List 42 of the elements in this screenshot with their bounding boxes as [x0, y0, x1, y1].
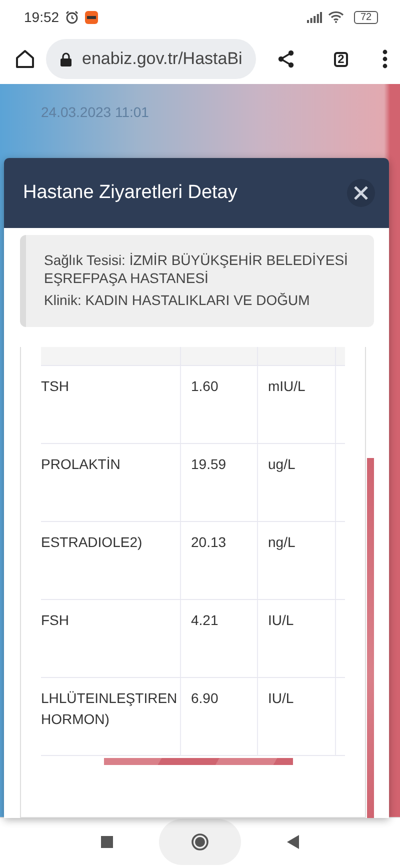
result-value: 1.60 [181, 366, 258, 443]
back-button[interactable] [287, 835, 299, 849]
horizontal-scrollbar[interactable] [104, 758, 293, 765]
home-circle-icon [191, 833, 209, 851]
wifi-icon [328, 11, 344, 23]
test-name: LHLÜTEINLEŞTIREN HORMON) [41, 678, 181, 755]
menu-button[interactable] [382, 49, 388, 69]
vertical-scrollbar[interactable] [367, 458, 374, 818]
close-button[interactable] [347, 179, 375, 207]
result-value: 20.13 [181, 522, 258, 599]
result-value: 4.21 [181, 600, 258, 677]
address-bar[interactable]: enabiz.gov.tr/HastaBi [46, 39, 256, 79]
battery-indicator: 72 [354, 10, 378, 24]
share-icon [276, 49, 296, 69]
home-icon [14, 48, 36, 70]
home-nav-button[interactable] [159, 819, 241, 865]
info-line: Klinik: KADIN HASTALIKLARI VE DOĞUM [44, 291, 311, 309]
back-icon [287, 835, 299, 849]
clock: 19:52 [24, 9, 60, 25]
unit: ng/L [258, 522, 336, 599]
result-value: 6.90 [181, 678, 258, 755]
tab-switcher-button[interactable]: 2 [334, 52, 348, 66]
test-name: PROLAKTİN [41, 444, 181, 521]
unit: ug/L [258, 444, 336, 521]
unit: IU/L [258, 600, 336, 677]
signal-icon [307, 12, 322, 22]
test-name: TSH [41, 366, 181, 443]
unit: mIU/L [258, 366, 336, 443]
square-icon [101, 836, 113, 848]
lock-icon [60, 52, 72, 66]
info-line: Sağlık Tesisi: İZMİR BÜYÜKŞEHİR BELEDİYESİ EŞREFPAŞA HASTANESİ [44, 251, 349, 287]
alarm-clock-icon [65, 10, 80, 24]
unit: IU/L [258, 678, 336, 755]
home-button[interactable] [14, 48, 36, 70]
test-name: ESTRADIOLE2) [41, 522, 181, 599]
menu-icon [382, 49, 388, 69]
dialog-title: Hastane Ziyaretleri Detay [23, 182, 238, 204]
result-value: 19.59 [181, 444, 258, 521]
close-icon [354, 186, 368, 200]
test-name: FSH [41, 600, 181, 677]
share-button[interactable] [276, 49, 296, 69]
app-notification-icon [85, 10, 98, 24]
